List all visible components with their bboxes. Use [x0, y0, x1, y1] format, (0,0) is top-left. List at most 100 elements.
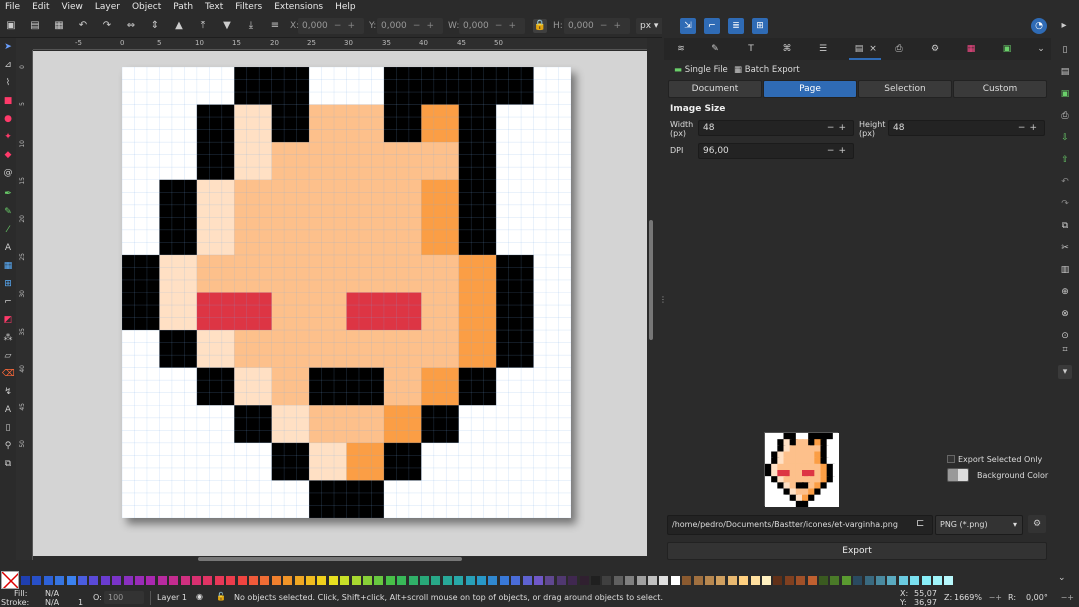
- menu-view[interactable]: View: [57, 0, 90, 14]
- format-select[interactable]: PNG (*.png) ▾: [935, 515, 1023, 535]
- select-all-icon[interactable]: ▣: [4, 19, 18, 33]
- color-swatch[interactable]: [773, 576, 783, 585]
- color-swatch[interactable]: [237, 576, 247, 585]
- color-swatch[interactable]: [454, 576, 464, 585]
- color-swatch[interactable]: [511, 576, 521, 585]
- color-swatch[interactable]: [625, 576, 635, 585]
- single-file-tab[interactable]: ▬ Single File: [674, 65, 728, 75]
- paint-bucket-tool-icon[interactable]: ◩: [2, 314, 14, 326]
- spray-tool-icon[interactable]: ⁂: [2, 332, 14, 344]
- background-color-swatch[interactable]: [947, 468, 969, 482]
- color-swatch[interactable]: [944, 576, 954, 585]
- color-swatch[interactable]: [271, 576, 281, 585]
- color-swatch[interactable]: [55, 576, 65, 585]
- color-swatch[interactable]: [112, 576, 122, 585]
- color-swatch[interactable]: [921, 576, 931, 585]
- color-swatch[interactable]: [294, 576, 304, 585]
- color-swatch[interactable]: [203, 576, 213, 585]
- pages-tool-2-icon[interactable]: ⧉: [2, 458, 14, 470]
- color-swatch[interactable]: [249, 576, 258, 585]
- menu-file[interactable]: File: [0, 0, 27, 14]
- export-selected-only-checkbox[interactable]: [947, 455, 955, 463]
- export-icon[interactable]: ⇧: [1058, 153, 1072, 167]
- dpi-input[interactable]: 96,00 −+: [698, 143, 854, 159]
- spiral-tool-icon[interactable]: @: [2, 167, 14, 179]
- new-document-icon[interactable]: ▯: [1058, 43, 1072, 57]
- zoom-page-icon[interactable]: ⊙: [1058, 329, 1072, 343]
- redo-icon[interactable]: ↷: [1058, 197, 1072, 211]
- menu-path[interactable]: Path: [168, 0, 200, 14]
- tweak-tool-icon[interactable]: ⌇: [2, 77, 14, 89]
- scale-stroke-icon[interactable]: ⇲: [680, 18, 696, 34]
- paste-icon[interactable]: ▥: [1058, 263, 1072, 277]
- color-swatch[interactable]: [328, 576, 338, 585]
- color-swatch[interactable]: [568, 576, 578, 585]
- horizontal-scrollbar[interactable]: [198, 557, 462, 561]
- color-swatch[interactable]: [442, 576, 452, 585]
- preferences-tab-icon[interactable]: ⚙: [928, 43, 942, 55]
- color-swatch[interactable]: [819, 576, 828, 585]
- y-input[interactable]: 0,000 −+: [377, 18, 443, 34]
- color-swatch[interactable]: [613, 576, 623, 585]
- ellipse-tool-icon[interactable]: ●: [2, 113, 14, 125]
- export-tab-icon[interactable]: ▤: [852, 43, 866, 55]
- color-swatch[interactable]: [522, 576, 532, 585]
- color-swatch[interactable]: [465, 576, 475, 585]
- zoom-fit-icon[interactable]: ⌗: [1058, 343, 1072, 357]
- color-swatch[interactable]: [340, 576, 350, 585]
- undo-icon[interactable]: ↶: [1058, 175, 1072, 189]
- color-swatch[interactable]: [397, 576, 407, 585]
- lock-ratio-icon[interactable]: 🔒: [533, 19, 547, 33]
- color-swatch[interactable]: [192, 576, 201, 585]
- browse-folder-icon[interactable]: ⊏: [916, 518, 924, 529]
- zoom-drawing-icon[interactable]: ⊗: [1058, 307, 1072, 321]
- export-tab-close-icon[interactable]: ×: [866, 43, 880, 55]
- color-swatch[interactable]: [841, 576, 851, 585]
- color-swatch[interactable]: [488, 576, 498, 585]
- export-width-input[interactable]: 48 −+: [698, 120, 854, 136]
- color-swatch[interactable]: [89, 576, 99, 585]
- color-swatch[interactable]: [306, 576, 315, 585]
- copy-icon[interactable]: ⧉: [1058, 219, 1072, 233]
- gradient-tool-icon[interactable]: ▦: [2, 260, 14, 272]
- color-swatch[interactable]: [260, 576, 270, 585]
- color-swatch[interactable]: [784, 576, 794, 585]
- color-swatch[interactable]: [762, 576, 771, 585]
- color-swatch[interactable]: [351, 576, 361, 585]
- canvas[interactable]: [33, 51, 647, 556]
- menu-layer[interactable]: Layer: [90, 0, 127, 14]
- dropper-tool-icon[interactable]: ⌐: [2, 296, 14, 308]
- color-swatch[interactable]: [796, 576, 806, 585]
- color-swatch[interactable]: [591, 576, 600, 585]
- align-icon[interactable]: ≡: [268, 19, 282, 33]
- color-swatch[interactable]: [682, 576, 692, 585]
- color-swatch[interactable]: [169, 576, 179, 585]
- color-swatch[interactable]: [727, 576, 737, 585]
- color-swatch[interactable]: [716, 576, 726, 585]
- color-swatch[interactable]: [534, 576, 543, 585]
- rect-tool-icon[interactable]: ■: [2, 95, 14, 107]
- color-swatch[interactable]: [659, 576, 669, 585]
- segment-document[interactable]: Document: [668, 80, 762, 98]
- calligraphy-tool-icon[interactable]: ⁄: [2, 224, 14, 236]
- color-swatch[interactable]: [180, 576, 190, 585]
- layer-lock-icon[interactable]: 🔓: [216, 592, 226, 601]
- connector-tool-icon[interactable]: ↯: [2, 386, 14, 398]
- color-swatch[interactable]: [283, 576, 293, 585]
- color-swatch[interactable]: [420, 576, 429, 585]
- swatches-tab-icon[interactable]: ▦: [964, 43, 978, 55]
- mesh-tool-icon[interactable]: ⊞: [2, 278, 14, 290]
- color-swatch[interactable]: [363, 576, 372, 585]
- color-swatch[interactable]: [864, 576, 874, 585]
- export-height-input[interactable]: 48 −+: [888, 120, 1045, 136]
- export-button[interactable]: Export: [667, 542, 1047, 560]
- box3d-tool-icon[interactable]: ◆: [2, 149, 14, 161]
- stroke-width-value[interactable]: 1: [78, 598, 83, 607]
- width-input[interactable]: 0,000 −+: [459, 18, 525, 34]
- menu-extensions[interactable]: Extensions: [269, 0, 330, 14]
- select-same-icon[interactable]: ▦: [52, 19, 66, 33]
- xml-tab-icon[interactable]: ⌘: [780, 43, 794, 55]
- document-props-tab-icon[interactable]: ⎙: [892, 43, 906, 55]
- color-swatch[interactable]: [579, 576, 589, 585]
- color-swatch[interactable]: [43, 576, 53, 585]
